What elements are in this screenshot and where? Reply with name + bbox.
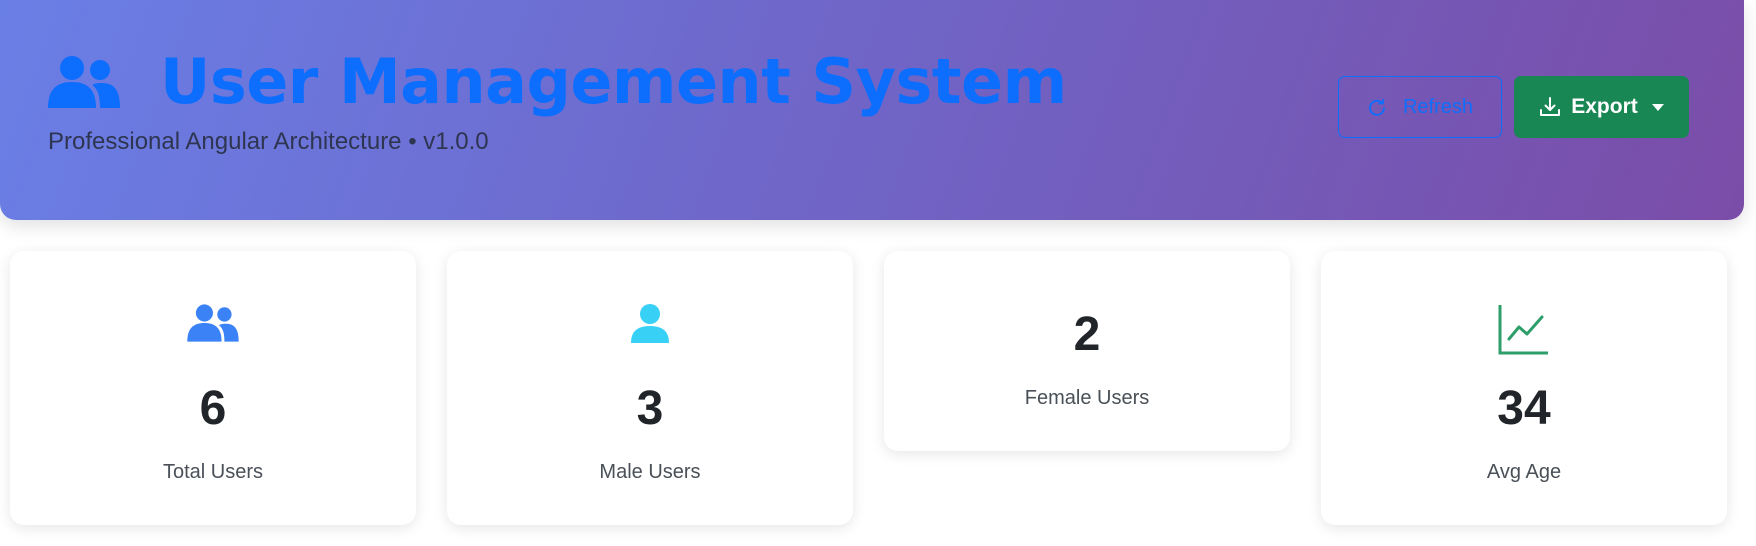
title-row: User Management System xyxy=(48,42,1067,122)
refresh-label: Refresh xyxy=(1402,95,1474,118)
stat-card-total-users: 6 Total Users xyxy=(10,251,416,525)
stat-card-female-users: 2 Female Users xyxy=(884,251,1290,451)
users-icon xyxy=(48,56,120,108)
export-label: Export xyxy=(1571,95,1638,118)
stat-card-avg-age: 34 Avg Age xyxy=(1321,251,1727,525)
stat-value: 6 xyxy=(199,382,227,435)
stat-label: Total Users xyxy=(162,461,264,483)
stat-label: Male Users xyxy=(599,461,701,483)
users-icon xyxy=(187,304,239,342)
chart-line-icon xyxy=(1498,305,1548,355)
user-icon xyxy=(631,304,669,343)
page-subtitle: Professional Angular Architecture • v1.0… xyxy=(48,128,489,155)
refresh-icon xyxy=(1369,98,1385,116)
download-icon xyxy=(1540,97,1561,116)
export-button[interactable]: Export xyxy=(1514,76,1689,138)
page-title: User Management System xyxy=(160,45,1067,118)
page-header: User Management System Professional Angu… xyxy=(0,0,1744,220)
refresh-button[interactable]: Refresh xyxy=(1338,76,1502,138)
stat-value: 3 xyxy=(636,382,664,435)
stat-value: 2 xyxy=(1073,308,1101,361)
chevron-down-icon xyxy=(1651,103,1664,111)
stat-value: 34 xyxy=(1497,382,1551,435)
stat-label: Female Users xyxy=(1024,387,1150,409)
stat-label: Avg Age xyxy=(1486,461,1562,483)
stat-card-male-users: 3 Male Users xyxy=(447,251,853,525)
